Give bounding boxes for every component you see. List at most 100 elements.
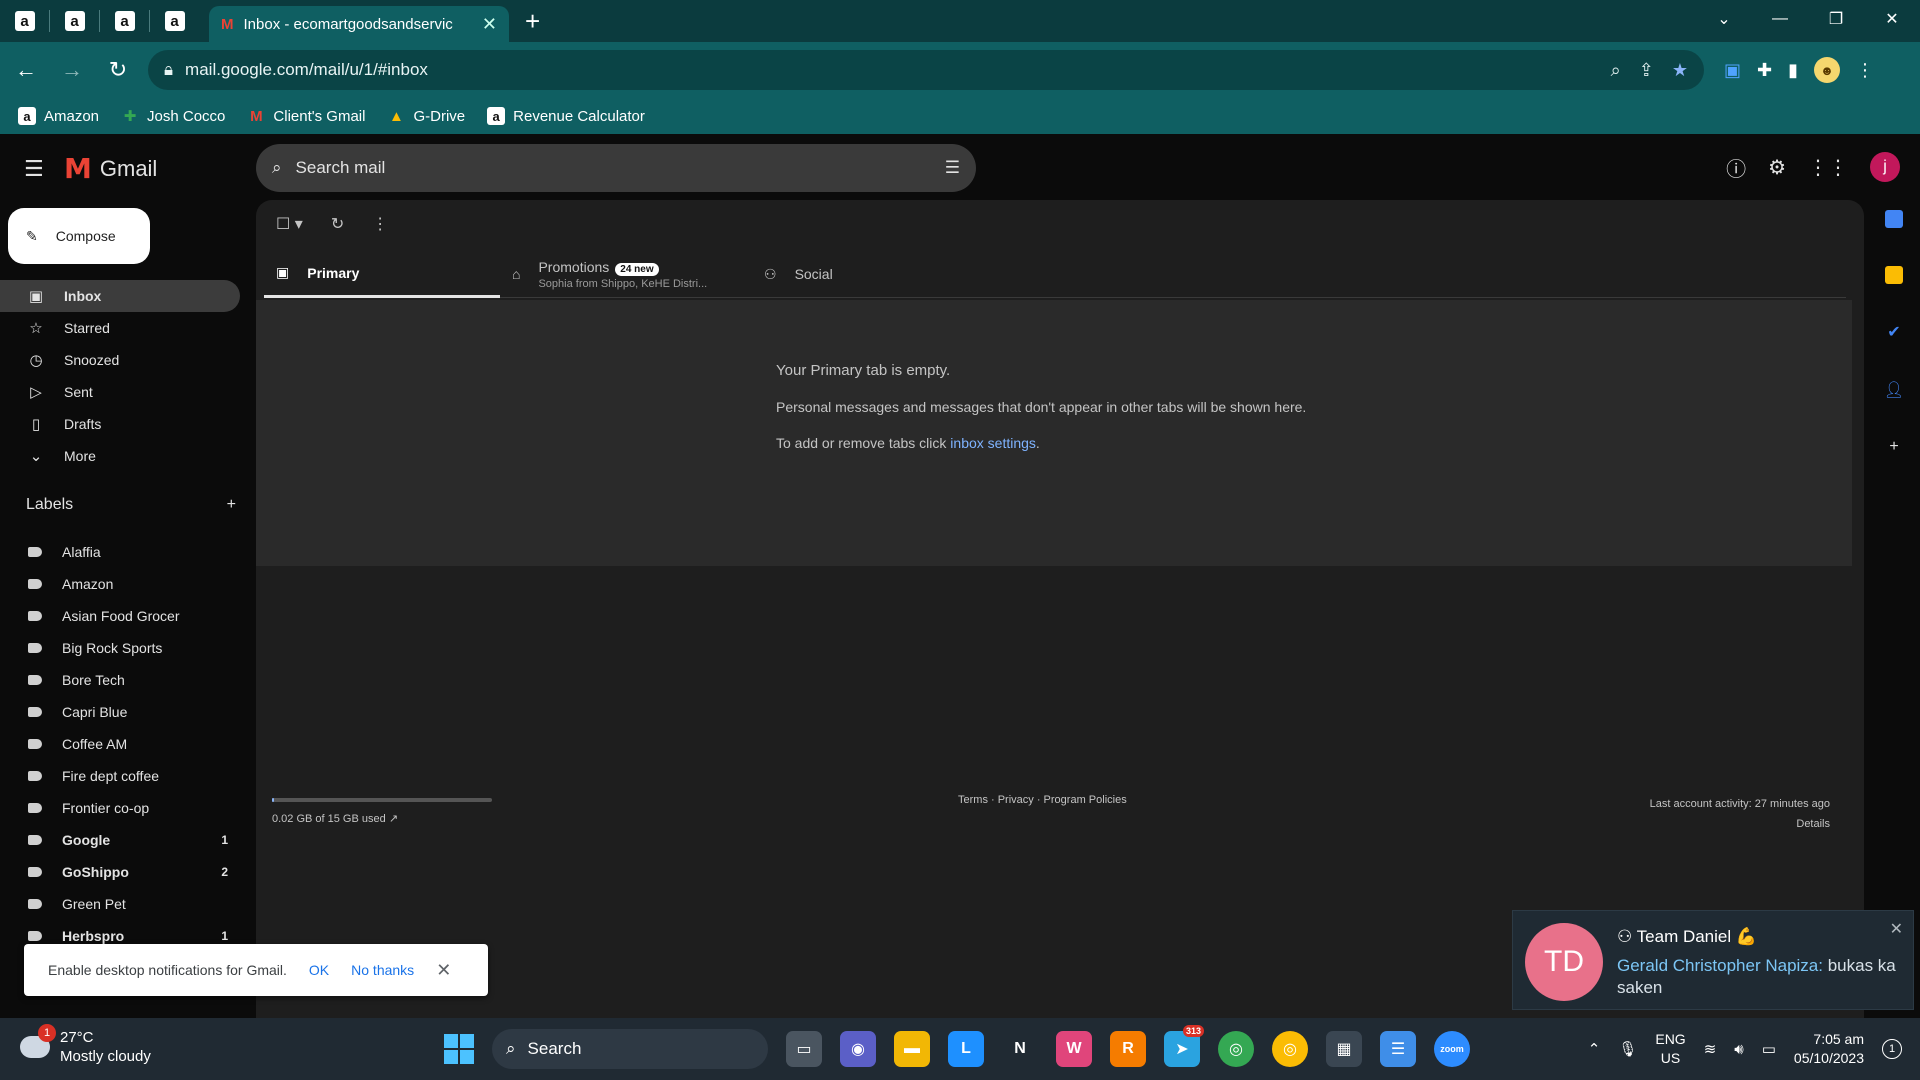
details-link[interactable]: Details	[1650, 814, 1830, 834]
zoom-icon[interactable]: ⌕	[1611, 60, 1621, 81]
inbox-settings-link[interactable]: inbox settings	[950, 435, 1036, 451]
select-all-checkbox[interactable]: ☐ ▾	[276, 214, 303, 234]
bookmark-star-icon[interactable]: ★	[1672, 60, 1688, 81]
new-tab-button[interactable]: +	[525, 6, 540, 37]
chrome-profile-icon[interactable]: ◎	[1272, 1031, 1308, 1067]
notion-like-icon[interactable]: N	[1002, 1031, 1038, 1067]
keep-icon[interactable]	[1885, 266, 1903, 284]
bookmark-josh-cocco[interactable]: ✚ Josh Cocco	[121, 107, 226, 126]
external-link-icon[interactable]: ↗	[389, 813, 398, 825]
tab-promotions[interactable]: ⌂ Promotions 24 new Sophia from Shippo, K…	[500, 250, 752, 298]
battery-icon[interactable]: ▭	[1762, 1040, 1776, 1058]
close-icon[interactable]: ✕	[436, 960, 451, 981]
add-addon-icon[interactable]: +	[1889, 438, 1898, 456]
share-icon[interactable]: ⇪	[1639, 60, 1654, 81]
restore-button[interactable]: ❐	[1808, 0, 1864, 38]
minimize-button[interactable]: —	[1752, 0, 1808, 38]
help-icon[interactable]: ⓘ	[1726, 153, 1746, 182]
close-tab-icon[interactable]: ✕	[482, 14, 497, 35]
chat-notification-toast[interactable]: TD ⚇ Team Daniel 💪 Gerald Christopher Na…	[1512, 910, 1914, 1010]
volume-icon[interactable]: 🔊︎	[1734, 1041, 1743, 1058]
no-thanks-button[interactable]: No thanks	[351, 962, 414, 978]
chrome-menu-icon[interactable]: ⋮	[1856, 60, 1874, 81]
label-item[interactable]: Amazon	[0, 568, 240, 600]
microphone-icon[interactable]: 🎙︎	[1618, 1040, 1637, 1058]
r-app-icon[interactable]: R	[1110, 1031, 1146, 1067]
teams-chat-icon[interactable]: ◉	[840, 1031, 876, 1067]
forward-button[interactable]: →	[52, 50, 92, 90]
tasks-icon[interactable]: ✔	[1887, 322, 1900, 342]
profile-icon[interactable]: ☻	[1814, 57, 1841, 83]
settings-gear-icon[interactable]: ⚙	[1768, 155, 1786, 180]
wps-icon[interactable]: W	[1056, 1031, 1092, 1067]
notepad-icon[interactable]: ☰	[1380, 1031, 1416, 1067]
puzzle-extensions-icon[interactable]: ✚	[1757, 60, 1772, 81]
bookmark-clients-gmail[interactable]: M Client's Gmail	[247, 107, 365, 125]
nav-snoozed[interactable]: ◷ Snoozed	[0, 344, 240, 376]
tab-search-icon[interactable]: ⌄	[1696, 0, 1752, 38]
chrome-icon[interactable]: ◎	[1218, 1031, 1254, 1067]
pinned-tab-amazon-1[interactable]: a	[0, 0, 49, 42]
reload-button[interactable]: ↻	[98, 50, 138, 90]
back-button[interactable]: ←	[6, 50, 46, 90]
ok-button[interactable]: OK	[309, 962, 329, 978]
nav-more[interactable]: ⌄ More	[0, 440, 240, 472]
refresh-icon[interactable]: ↻	[331, 214, 344, 234]
l-app-icon[interactable]: L	[948, 1031, 984, 1067]
zoom-icon[interactable]: zoom	[1434, 1031, 1470, 1067]
language-indicator[interactable]: ENG US	[1655, 1030, 1685, 1068]
contacts-icon[interactable]: 👤︎	[1884, 380, 1904, 400]
footer-links[interactable]: Terms · Privacy · Program Policies	[958, 794, 1127, 806]
storage-usage[interactable]: 0.02 GB of 15 GB used ↗	[272, 812, 398, 825]
gmail-logo[interactable]: M Gmail	[64, 152, 157, 185]
main-menu-icon[interactable]: ☰	[24, 156, 44, 182]
tab-social[interactable]: ⚇ Social	[752, 250, 988, 298]
bookmark-revenue-calculator[interactable]: a Revenue Calculator	[487, 107, 645, 125]
nav-inbox[interactable]: ▣ Inbox	[0, 280, 240, 312]
clock[interactable]: 7:05 am 05/10/2023	[1794, 1030, 1864, 1068]
label-item[interactable]: Bore Tech	[0, 664, 240, 696]
label-item[interactable]: Coffee AM	[0, 728, 240, 760]
account-avatar[interactable]: j	[1870, 152, 1900, 182]
telegram-icon[interactable]: ➤ 313	[1164, 1025, 1204, 1067]
compose-button[interactable]: ✎ Compose	[8, 208, 150, 264]
file-explorer-icon[interactable]: ▬	[894, 1031, 930, 1067]
extension-icon[interactable]: ▣	[1724, 60, 1741, 81]
label-item[interactable]: Alaffia	[0, 536, 240, 568]
windows-start-icon[interactable]	[444, 1034, 474, 1064]
close-icon[interactable]: ✕	[1890, 919, 1903, 939]
active-browser-tab[interactable]: M Inbox - ecomartgoodsandservic ✕	[209, 6, 509, 42]
pinned-tab-amazon-4[interactable]: a	[150, 0, 199, 42]
side-panel-icon[interactable]: ▮	[1788, 60, 1798, 81]
close-window-button[interactable]: ✕	[1864, 0, 1920, 38]
nav-sent[interactable]: ▷ Sent	[0, 376, 240, 408]
calculator-icon[interactable]: ▦	[1326, 1031, 1362, 1067]
task-view-icon[interactable]: ▭	[786, 1031, 822, 1067]
nav-starred[interactable]: ☆ Starred	[0, 312, 240, 344]
label-item[interactable]: Big Rock Sports	[0, 632, 240, 664]
search-icon[interactable]: ⌕	[272, 158, 282, 178]
bookmark-g-drive[interactable]: ▲ G-Drive	[387, 107, 465, 125]
label-item[interactable]: GoShippo 2	[0, 856, 240, 888]
weather-widget[interactable]: 1 27°C Mostly cloudy	[20, 1024, 151, 1066]
pinned-tab-amazon-2[interactable]: a	[50, 0, 99, 42]
label-item[interactable]: Asian Food Grocer	[0, 600, 240, 632]
nav-drafts[interactable]: ▯ Drafts	[0, 408, 240, 440]
bookmark-amazon[interactable]: a Amazon	[18, 107, 99, 125]
wifi-icon[interactable]: ≋	[1704, 1040, 1717, 1058]
calendar-icon[interactable]	[1885, 210, 1903, 228]
label-item[interactable]: Frontier co-op	[0, 792, 240, 824]
label-item[interactable]: Google 1	[0, 824, 240, 856]
more-options-icon[interactable]: ⋮	[372, 214, 388, 234]
add-label-icon[interactable]: +	[227, 496, 236, 514]
apps-grid-icon[interactable]: ⋮⋮	[1808, 155, 1848, 180]
chevron-up-icon[interactable]: ⌃	[1588, 1040, 1601, 1058]
search-options-icon[interactable]: ☰	[945, 158, 960, 178]
search-bar[interactable]: ⌕ Search mail ☰	[256, 144, 976, 192]
search-input[interactable]: Search mail	[296, 158, 931, 178]
address-bar[interactable]: 🔒︎ mail.google.com/mail/u/1/#inbox ⌕ ⇪ ★	[148, 50, 1704, 90]
label-item[interactable]: Capri Blue	[0, 696, 240, 728]
notification-count-badge[interactable]: 1	[1882, 1039, 1902, 1059]
tab-primary[interactable]: ▣ Primary	[264, 250, 500, 298]
label-item[interactable]: Green Pet	[0, 888, 240, 920]
